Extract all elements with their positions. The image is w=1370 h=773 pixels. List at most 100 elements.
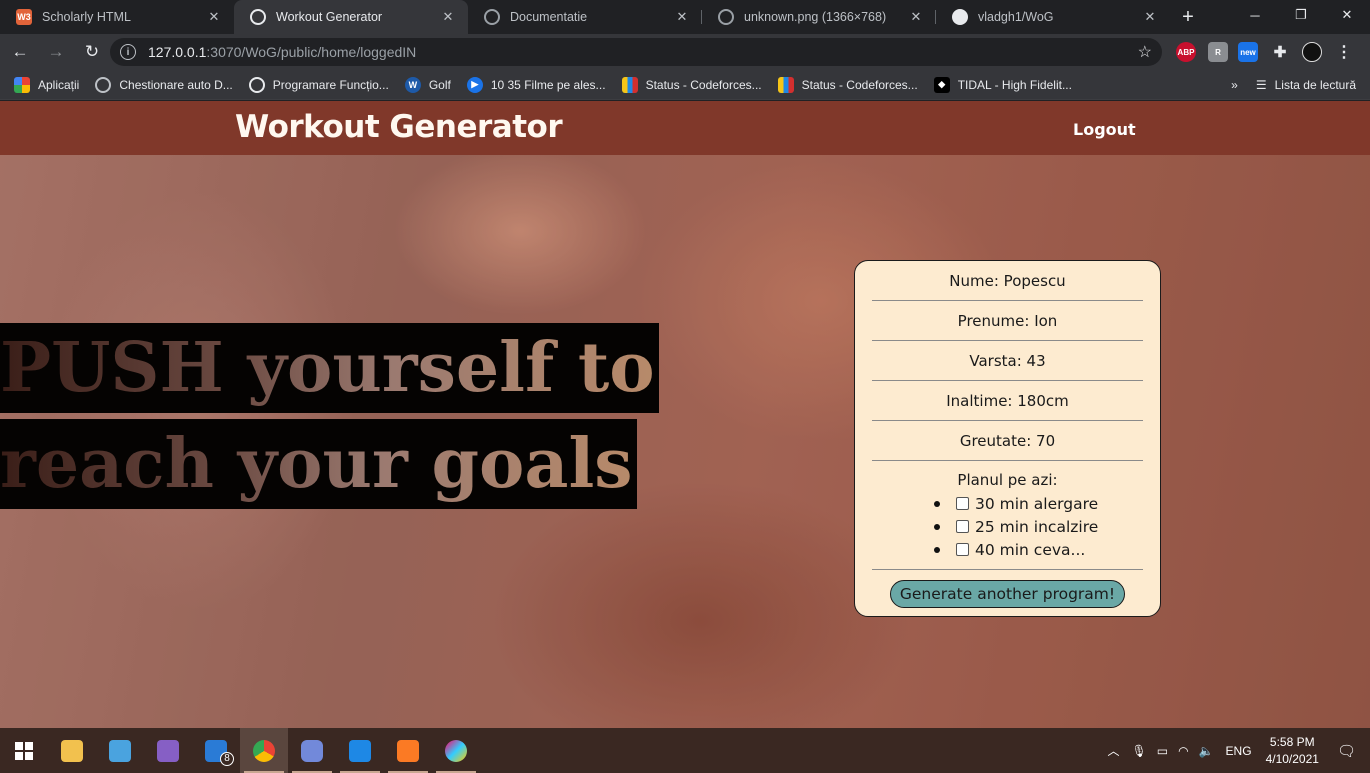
language-indicator[interactable]: ENG [1226, 744, 1252, 758]
reading-list-icon[interactable]: ☰ [1256, 78, 1267, 92]
bookmark-label: Golf [428, 77, 451, 92]
microphone-icon[interactable]: 🎙 [1132, 744, 1147, 758]
minimize-icon[interactable]: ─ [1232, 0, 1278, 30]
vscode-icon[interactable] [336, 728, 384, 773]
new-extension-icon[interactable]: new [1238, 42, 1258, 62]
bookmark-apps[interactable]: Aplicații [14, 76, 80, 93]
chrome-icon[interactable] [240, 728, 288, 773]
bookmark-programare[interactable]: Programare Funcțio... [248, 76, 389, 93]
tab-title: unknown.png (1366×768) [744, 10, 887, 24]
puzzle-icon[interactable]: ✚ [1270, 42, 1290, 62]
windows-start-icon[interactable] [0, 728, 48, 773]
bookmark-label: TIDAL - High Fidelit... [957, 77, 1072, 92]
plan-list: 30 min alergare 25 min incalzire 40 min … [934, 492, 1143, 561]
file-explorer-icon[interactable] [48, 728, 96, 773]
close-tab-icon[interactable]: ✕ [674, 9, 690, 25]
paint-icon[interactable] [432, 728, 480, 773]
notifications-icon[interactable]: 🗨 [1337, 742, 1356, 760]
bookmark-label: Aplicații [38, 77, 80, 92]
avatar[interactable] [1302, 42, 1322, 62]
close-tab-icon[interactable]: ✕ [206, 9, 222, 25]
globe-icon [248, 76, 265, 93]
site-brand[interactable]: Workout Generator [235, 109, 563, 145]
hero-background-image [0, 101, 1370, 728]
tab-unknown-png[interactable]: unknown.png (1366×768) ✕ [702, 0, 936, 34]
w3-icon: W3 [16, 9, 32, 25]
plan-item-label: 40 min ceva... [975, 540, 1086, 559]
url-path: :3070/WoG/public/home/loggedIN [206, 44, 417, 60]
speaker-icon[interactable]: 🔈 [1199, 744, 1214, 758]
bookmark-chestionare[interactable]: Chestionare auto D... [95, 76, 233, 93]
battery-icon[interactable]: ▭ [1157, 744, 1168, 758]
windows-logo-icon [15, 741, 33, 760]
profile-nume: Nume: Popescu [872, 261, 1143, 301]
bookmark-label: Programare Funcțio... [272, 77, 389, 92]
plan-item-label: 30 min alergare [975, 494, 1099, 513]
tab-documentatie[interactable]: Documentatie ✕ [468, 0, 702, 34]
bookmark-label: 10 35 Filme pe ales... [490, 77, 606, 92]
reload-icon[interactable]: ↻ [76, 36, 108, 68]
tidal-icon: ◆ [933, 76, 950, 93]
plan-item-checkbox[interactable] [956, 520, 969, 533]
visual-studio-icon[interactable] [144, 728, 192, 773]
bullet-icon [934, 546, 940, 553]
site-info-icon[interactable]: i [120, 44, 136, 60]
site-navbar: Workout Generator Logout [0, 101, 1370, 155]
chevron-right-icon[interactable]: » [1231, 78, 1238, 92]
bookmark-label: Status - Codeforces... [801, 77, 918, 92]
forward-icon[interactable]: → [40, 36, 72, 68]
address-bar[interactable]: i 127.0.0.1:3070/WoG/public/home/loggedI… [110, 38, 1162, 66]
clock-date: 4/10/2021 [1265, 751, 1319, 766]
codeforces-icon [777, 76, 794, 93]
reading-list-label[interactable]: Lista de lectură [1275, 78, 1356, 92]
system-tray: ︿ 🎙 ▭ ◠ 🔈 ENG 5:58 PM 4/10/2021 🗨 [1108, 728, 1370, 773]
tab-workout-generator[interactable]: Workout Generator ✕ [234, 0, 468, 34]
close-tab-icon[interactable]: ✕ [440, 9, 456, 25]
vw-logo-icon: W [404, 76, 421, 93]
mail-badge: 8 [220, 752, 234, 766]
bookmark-codeforces-1[interactable]: Status - Codeforces... [621, 76, 762, 93]
bookmarks-bar: Aplicații Chestionare auto D... Programa… [0, 70, 1370, 100]
adblock-icon[interactable]: ABP [1176, 42, 1196, 62]
codeforces-icon [621, 76, 638, 93]
wifi-icon[interactable]: ◠ [1178, 744, 1188, 758]
chevron-up-icon[interactable]: ︿ [1108, 742, 1120, 759]
computer-icon[interactable] [96, 728, 144, 773]
bookmark-star-icon[interactable]: ☆ [1138, 42, 1152, 62]
close-tab-icon[interactable]: ✕ [908, 9, 924, 25]
tab-title: Documentatie [510, 10, 588, 24]
slogan-text: PUSH yourself to [0, 328, 655, 408]
logout-link[interactable]: Logout [1073, 120, 1136, 139]
xampp-icon[interactable] [384, 728, 432, 773]
clock[interactable]: 5:58 PM 4/10/2021 [1266, 734, 1319, 768]
generate-program-button[interactable]: Generate another program! [889, 580, 1126, 608]
profile-varsta: Varsta: 43 [872, 341, 1143, 381]
tab-title: vladgh1/WoG [978, 10, 1054, 24]
close-window-icon[interactable]: ✕ [1324, 0, 1370, 30]
profile-greutate: Greutate: 70 [872, 421, 1143, 461]
new-tab-button[interactable]: + [1174, 0, 1202, 34]
plan-item-label: 25 min incalzire [975, 517, 1099, 536]
plan-item: 30 min alergare [934, 492, 1143, 515]
plan-item-checkbox[interactable] [956, 543, 969, 556]
restore-icon[interactable]: ❐ [1278, 0, 1324, 30]
bullet-icon [934, 500, 940, 507]
daily-plan: Planul pe azi: 30 min alergare 25 min in… [872, 461, 1143, 570]
reader-extension-icon[interactable]: R [1208, 42, 1228, 62]
bookmarks-overflow: » ☰ Lista de lectură [1231, 70, 1356, 100]
back-icon[interactable]: ← [4, 36, 36, 68]
bookmark-tidal[interactable]: ◆ TIDAL - High Fidelit... [933, 76, 1072, 93]
menu-kebab-icon[interactable]: ⋮ [1334, 42, 1354, 62]
bookmark-golf[interactable]: W Golf [404, 76, 451, 93]
close-tab-icon[interactable]: ✕ [1142, 9, 1158, 25]
browser-toolbar: ← → ↻ i 127.0.0.1:3070/WoG/public/home/l… [0, 34, 1370, 70]
discord-icon[interactable] [288, 728, 336, 773]
tab-github-wog[interactable]: vladgh1/WoG ✕ [936, 0, 1170, 34]
bookmark-filme[interactable]: ▶ 10 35 Filme pe ales... [466, 76, 606, 93]
plan-item: 25 min incalzire [934, 515, 1143, 538]
mail-icon[interactable]: 8 [192, 728, 240, 773]
github-icon [952, 9, 968, 25]
tab-scholarly-html[interactable]: W3 Scholarly HTML ✕ [0, 0, 234, 34]
plan-item-checkbox[interactable] [956, 497, 969, 510]
bookmark-codeforces-2[interactable]: Status - Codeforces... [777, 76, 918, 93]
